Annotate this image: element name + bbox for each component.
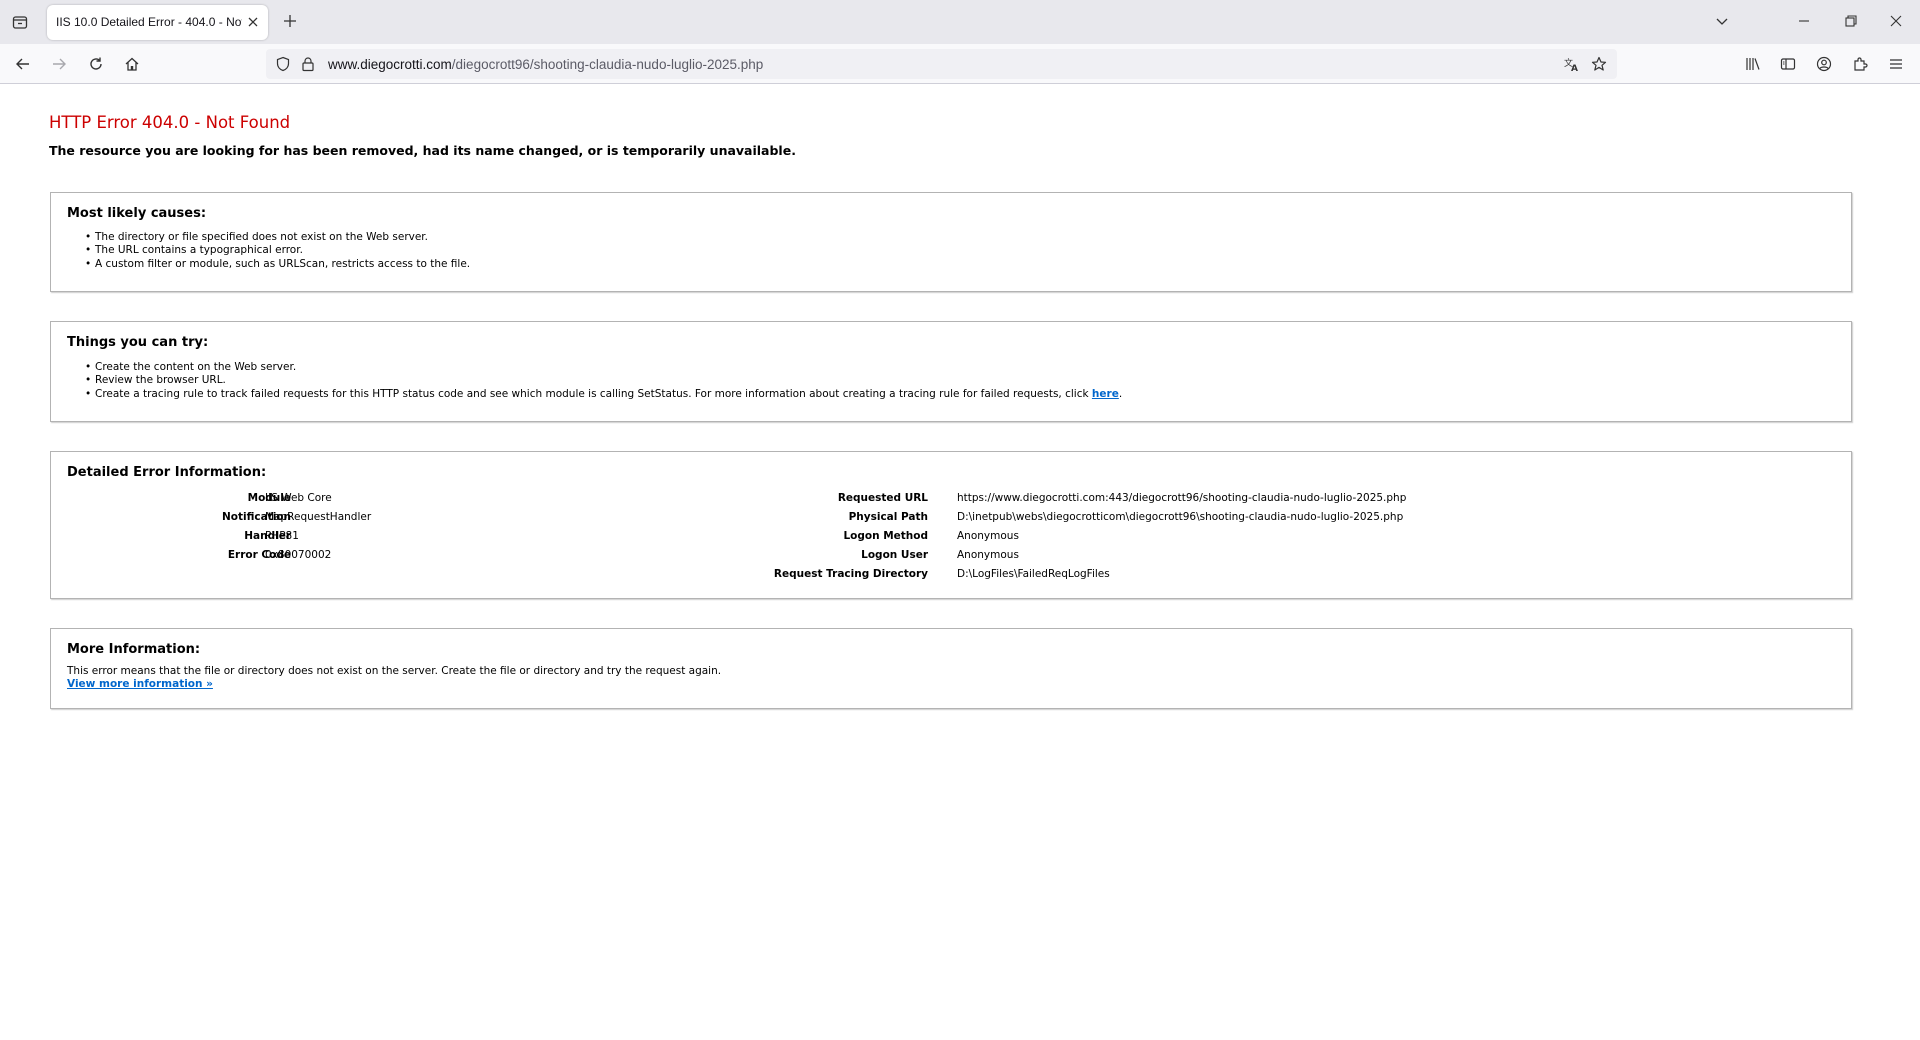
translate-icon[interactable]: 文A — [1563, 55, 1581, 73]
browser-tab[interactable]: IIS 10.0 Detailed Error - 404.0 - Not Fo… — [47, 5, 268, 40]
menu-icon[interactable] — [1884, 52, 1908, 76]
detail-value-tracing-directory: D:\LogFiles\FailedReqLogFiles — [957, 568, 1110, 580]
more-info-text: This error means that the file or direct… — [67, 665, 722, 677]
tab-bar: IIS 10.0 Detailed Error - 404.0 - Not Fo… — [0, 0, 1920, 44]
lock-icon[interactable] — [299, 55, 317, 73]
list-item: Review the browser URL. — [85, 374, 1122, 388]
detail-value-notification: MapRequestHandler — [265, 511, 372, 523]
reload-icon[interactable] — [84, 52, 108, 76]
close-window-icon[interactable] — [1885, 10, 1907, 32]
try-heading: Things you can try: — [67, 335, 209, 350]
close-icon[interactable] — [246, 15, 260, 29]
minimize-icon[interactable] — [1793, 10, 1815, 32]
shield-icon[interactable] — [274, 55, 292, 73]
url-host: www.diegocrotti.com — [328, 57, 452, 72]
page-title: HTTP Error 404.0 - Not Found — [49, 113, 291, 132]
list-item: The URL contains a typographical error. — [85, 244, 470, 258]
details-heading: Detailed Error Information: — [67, 465, 267, 480]
detail-key-requested-url: Requested URL — [837, 492, 928, 504]
tracing-end: . — [1118, 387, 1123, 400]
causes-list: The directory or file specified does not… — [85, 231, 470, 272]
home-icon[interactable] — [120, 52, 144, 76]
try-list: Create the content on the Web server. Re… — [85, 361, 1123, 402]
detail-value-handler: PHP81 — [265, 530, 299, 542]
detail-value-error-code: 0x80070002 — [265, 549, 332, 561]
sidebar-icon[interactable] — [1776, 52, 1800, 76]
back-arrow-icon[interactable] — [11, 52, 35, 76]
forward-arrow-icon — [47, 52, 71, 76]
detail-key-logon-user: Logon User — [861, 549, 928, 561]
detail-key-physical-path: Physical Path — [848, 511, 928, 523]
view-more-information-link[interactable]: View more information » — [67, 678, 213, 690]
url-path: /diegocrott96/shooting-claudia-nudo-lugl… — [451, 57, 764, 72]
detail-key-tracing-directory: Request Tracing Directory — [773, 568, 928, 580]
list-item: Create a tracing rule to track failed re… — [85, 387, 1123, 402]
causes-heading: Most likely causes: — [67, 206, 207, 221]
address-bar[interactable]: www.diegocrotti.com/diegocrott96/shootin… — [266, 49, 1617, 79]
url-text: www.diegocrotti.com/diegocrott96/shootin… — [328, 57, 763, 72]
more-info-heading: More Information: — [67, 642, 201, 657]
tab-title: IIS 10.0 Detailed Error - 404.0 - Not Fo… — [56, 15, 242, 29]
causes-box: Most likely causes: The directory or fil… — [50, 192, 1852, 292]
extensions-icon[interactable] — [1848, 52, 1872, 76]
detail-value-logon-method: Anonymous — [957, 530, 1019, 542]
library-icon[interactable] — [1741, 52, 1765, 76]
more-info-box: More Information: This error means that … — [50, 628, 1852, 709]
error-summary: The resource you are looking for has bee… — [49, 143, 796, 158]
try-box: Things you can try: Create the content o… — [50, 321, 1852, 422]
restore-icon[interactable] — [1840, 10, 1862, 32]
account-icon[interactable] — [1812, 52, 1836, 76]
list-item: The directory or file specified does not… — [85, 231, 470, 245]
tab-list-icon[interactable] — [8, 8, 32, 36]
detail-value-requested-url: https://www.diegocrotti.com:443/diegocro… — [957, 492, 1407, 504]
navigation-toolbar: www.diegocrotti.com/diegocrott96/shootin… — [0, 44, 1920, 84]
star-icon[interactable] — [1590, 55, 1608, 73]
list-item: A custom filter or module, such as URLSc… — [85, 258, 470, 272]
chevron-down-icon[interactable] — [1711, 10, 1733, 32]
tracing-text: Create a tracing rule to track failed re… — [95, 387, 1089, 400]
here-link[interactable]: here — [1092, 388, 1119, 400]
plus-icon[interactable] — [281, 12, 299, 30]
detail-key-logon-method: Logon Method — [843, 530, 928, 542]
details-box: Detailed Error Information: Module IIS W… — [50, 451, 1852, 599]
detail-value-physical-path: D:\inetpub\webs\diegocrotticom\diegocrot… — [957, 511, 1404, 523]
svg-text:A: A — [1571, 64, 1578, 73]
detail-value-logon-user: Anonymous — [957, 549, 1019, 561]
list-item: Create the content on the Web server. — [85, 361, 1122, 375]
detail-value-module: IIS Web Core — [265, 492, 332, 504]
